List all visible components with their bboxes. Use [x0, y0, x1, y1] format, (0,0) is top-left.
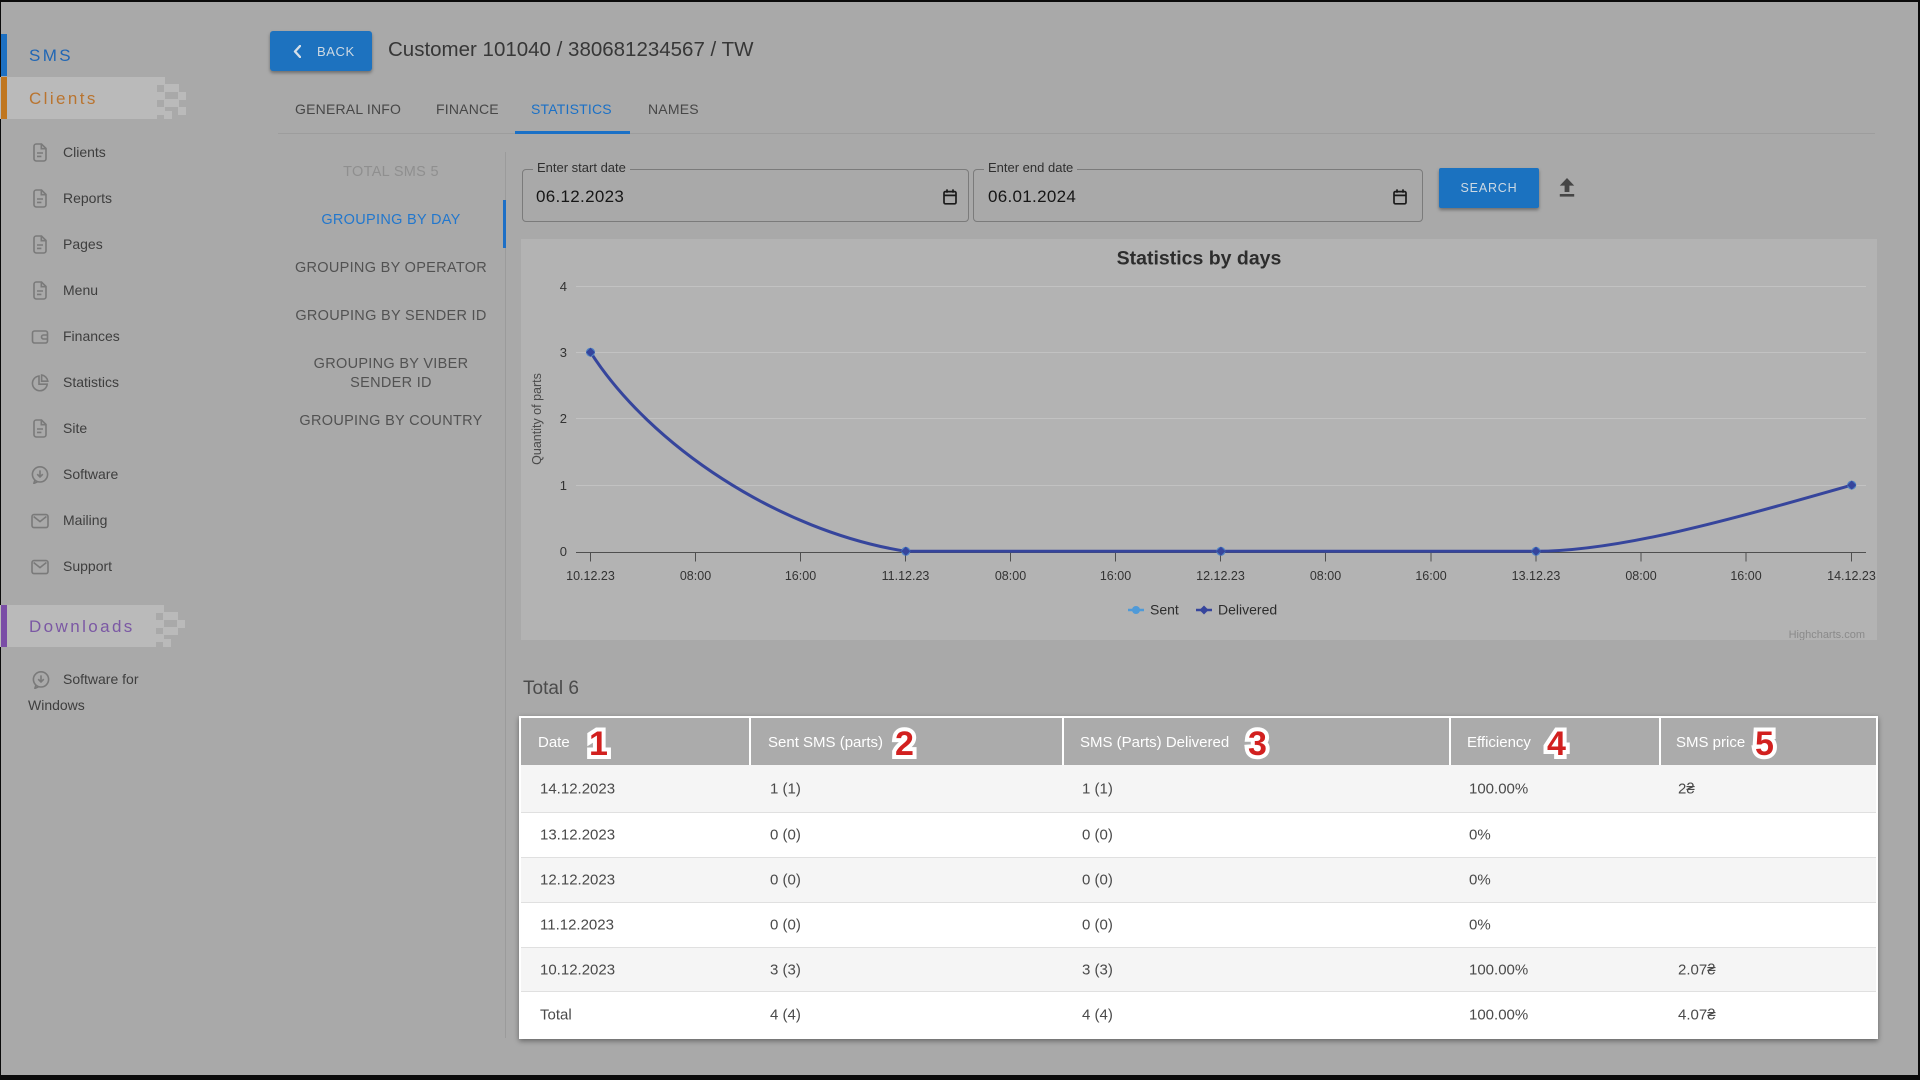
svg-text:11.12.23: 11.12.23 [882, 569, 930, 583]
svg-text:16:00: 16:00 [1415, 569, 1446, 583]
svg-text:13.12.23: 13.12.23 [1512, 569, 1561, 583]
svg-text:Statistics by days: Statistics by days [1117, 248, 1282, 270]
svg-text:2: 2 [560, 411, 567, 426]
svg-text:10.12.23: 10.12.23 [566, 569, 615, 583]
svg-text:16:00: 16:00 [1100, 569, 1131, 583]
svg-text:1: 1 [560, 478, 567, 493]
svg-text:16:00: 16:00 [785, 569, 816, 583]
svg-text:08:00: 08:00 [995, 569, 1026, 583]
svg-text:14.12.23: 14.12.23 [1827, 569, 1876, 583]
svg-text:12.12.23: 12.12.23 [1196, 569, 1245, 583]
svg-text:16:00: 16:00 [1730, 569, 1761, 583]
svg-text:4: 4 [560, 279, 567, 294]
svg-text:Quantity of parts: Quantity of parts [530, 373, 544, 465]
svg-text:08:00: 08:00 [1310, 569, 1341, 583]
svg-text:Highcharts.com: Highcharts.com [1789, 629, 1865, 640]
svg-text:08:00: 08:00 [680, 569, 711, 583]
svg-text:08:00: 08:00 [1625, 569, 1656, 583]
svg-text:3: 3 [560, 345, 567, 360]
svg-text:Sent: Sent [1150, 602, 1179, 618]
svg-text:Delivered: Delivered [1218, 602, 1277, 618]
svg-text:0: 0 [560, 544, 567, 559]
